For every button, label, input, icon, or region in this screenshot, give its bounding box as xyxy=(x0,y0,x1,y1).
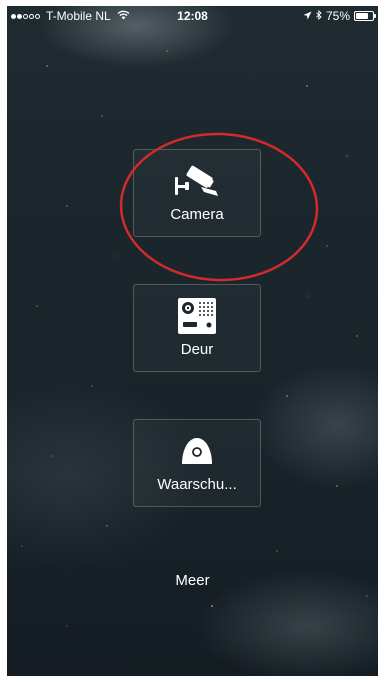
status-bar: T-Mobile NL 12:08 75% xyxy=(7,6,378,28)
camera-button[interactable]: Camera xyxy=(133,149,261,237)
more-button[interactable]: Meer xyxy=(7,572,378,589)
location-arrow-icon xyxy=(303,9,312,23)
door-intercom-icon xyxy=(134,298,260,334)
door-label: Deur xyxy=(180,341,214,358)
security-camera-icon xyxy=(134,164,260,198)
battery-percentage: 75% xyxy=(325,9,350,23)
battery-level xyxy=(356,13,368,19)
status-right: 75% xyxy=(303,9,376,23)
camera-label: Camera xyxy=(170,206,224,223)
door-button[interactable]: Deur xyxy=(133,284,261,372)
alarm-button[interactable]: Waarschu... xyxy=(133,419,261,507)
alarm-sensor-icon xyxy=(134,434,260,468)
battery-icon xyxy=(354,11,376,21)
app-screen: T-Mobile NL 12:08 75% Camera Deur Waarsc… xyxy=(7,6,378,676)
alarm-label: Waarschu... xyxy=(157,476,237,493)
bluetooth-icon xyxy=(316,9,322,23)
